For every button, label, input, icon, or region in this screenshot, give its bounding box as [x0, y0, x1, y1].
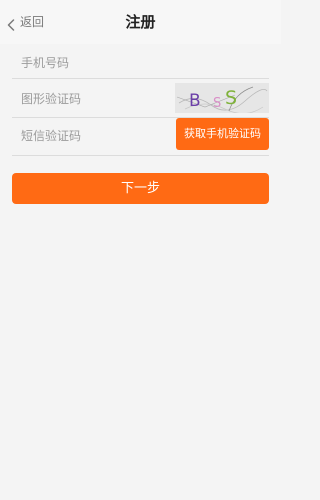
- captcha-image[interactable]: B S S: [175, 83, 269, 113]
- phone-field-row: [12, 44, 269, 79]
- captcha-char: S: [225, 87, 237, 109]
- register-screen: 返回 注册 B S S 获取手机验证码 下一步: [0, 0, 281, 500]
- header-bar: 返回 注册: [0, 0, 281, 44]
- captcha-char: B: [189, 91, 201, 111]
- next-step-button[interactable]: 下一步: [12, 173, 269, 204]
- captcha-input[interactable]: [21, 91, 161, 107]
- get-sms-code-button[interactable]: 获取手机验证码: [176, 118, 269, 150]
- phone-input[interactable]: [21, 55, 261, 71]
- captcha-char: S: [213, 96, 221, 111]
- page-title: 注册: [125, 13, 156, 31]
- sms-code-input[interactable]: [21, 128, 161, 144]
